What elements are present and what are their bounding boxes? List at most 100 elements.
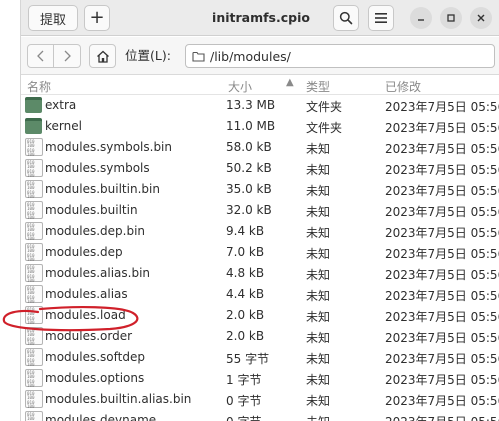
file-row[interactable]: 010 100 010 100 modules.builtin.bin 35.0 k… bbox=[21, 179, 499, 200]
file-type: 未知 bbox=[306, 142, 331, 156]
binary-file-icon: 010 100 010 100 bbox=[25, 243, 43, 263]
file-name: modules.builtin bbox=[45, 203, 138, 217]
file-type: 未知 bbox=[306, 205, 331, 219]
chevron-right-icon bbox=[64, 50, 71, 62]
forward-button[interactable] bbox=[54, 44, 81, 68]
binary-file-icon: 010 100 010 100 bbox=[25, 327, 43, 347]
binary-file-icon: 010 100 010 100 bbox=[25, 285, 43, 305]
file-row[interactable]: 010 100 010 100 modules.alias 4.4 kB 未知 2023… bbox=[21, 284, 499, 305]
file-row[interactable]: 010 100 010 100 modules.builtin 32.0 kB 未知 2… bbox=[21, 200, 499, 221]
location-path-field[interactable]: /lib/modules/ bbox=[185, 44, 495, 68]
file-type: 未知 bbox=[306, 352, 331, 366]
file-modified: 2023年7月5日 05:56 bbox=[385, 331, 499, 345]
file-modified: 2023年7月5日 05:56 bbox=[385, 184, 499, 198]
file-name: modules.builtin.alias.bin bbox=[45, 392, 192, 406]
file-row[interactable]: 010 100 010 100 modules.alias.bin 4.8 kB 未知… bbox=[21, 263, 499, 284]
file-type: 未知 bbox=[306, 268, 331, 282]
file-row[interactable]: 010 100 010 100 modules.symbols.bin 58.0 k… bbox=[21, 137, 499, 158]
file-size: 9.4 kB bbox=[226, 224, 265, 238]
binary-file-icon: 010 100 010 100 bbox=[25, 390, 43, 409]
extract-button[interactable]: 提取 bbox=[28, 5, 78, 31]
file-type: 未知 bbox=[306, 184, 331, 198]
file-type: 未知 bbox=[306, 373, 331, 387]
file-size: 55 字节 bbox=[226, 352, 270, 366]
file-type: 未知 bbox=[306, 331, 331, 345]
file-modified: 2023年7月5日 05:56 bbox=[385, 289, 499, 303]
binary-digits: 010 100 010 100 bbox=[27, 328, 35, 347]
column-header-size[interactable]: 大小 bbox=[228, 78, 252, 95]
file-name: modules.softdep bbox=[45, 350, 145, 364]
file-row[interactable]: 010 100 010 100 modules.dep 7.0 kB 未知 2023年7… bbox=[21, 242, 499, 263]
folder-outline-icon bbox=[192, 51, 205, 62]
file-size: 4.8 kB bbox=[226, 266, 265, 280]
file-row[interactable]: 010 100 010 100 modules.devname 0 字节 未知 2023… bbox=[21, 410, 499, 421]
file-row[interactable]: 010 100 010 100 modules.symbols 50.2 kB 未知 2… bbox=[21, 158, 499, 179]
binary-file-icon: 010 100 010 100 bbox=[25, 159, 43, 179]
column-header-name[interactable]: 名称 bbox=[27, 78, 51, 95]
file-name: kernel bbox=[45, 119, 82, 133]
file-modified: 2023年7月5日 05:56 bbox=[385, 352, 499, 366]
back-button[interactable] bbox=[27, 44, 54, 68]
binary-digits: 010 100 010 100 bbox=[27, 307, 35, 326]
file-size: 32.0 kB bbox=[226, 203, 272, 217]
binary-file-icon: 010 100 010 100 bbox=[25, 348, 43, 367]
binary-file-icon: 010 100 010 100 bbox=[25, 180, 43, 199]
file-row[interactable]: extra 13.3 MB 文件夹 2023年7月5日 05:56 bbox=[21, 95, 499, 116]
file-row[interactable]: 010 100 010 100 modules.softdep 55 字节 未知 202… bbox=[21, 347, 499, 368]
maximize-button[interactable] bbox=[440, 7, 462, 29]
binary-digits: 010 100 010 100 bbox=[27, 244, 35, 263]
file-type: 未知 bbox=[306, 226, 331, 240]
file-modified: 2023年7月5日 05:56 bbox=[385, 205, 499, 219]
add-files-button[interactable]: + bbox=[84, 5, 110, 31]
file-row[interactable]: 010 100 010 100 modules.builtin.alias.bin… bbox=[21, 389, 499, 410]
file-name: modules.order bbox=[45, 329, 133, 343]
file-size: 11.0 MB bbox=[226, 119, 276, 133]
search-button[interactable] bbox=[333, 5, 359, 31]
file-name: modules.dep bbox=[45, 245, 123, 259]
file-size: 0 字节 bbox=[226, 413, 261, 421]
file-name: modules.dep.bin bbox=[45, 224, 146, 238]
binary-file-icon: 010 100 010 100 bbox=[25, 306, 43, 326]
binary-file-icon: 010 100 010 100 bbox=[25, 264, 43, 283]
minimize-button[interactable] bbox=[410, 7, 432, 29]
binary-digits: 010 100 010 100 bbox=[27, 202, 35, 221]
file-modified: 2023年7月5日 05:56 bbox=[385, 373, 499, 387]
file-row[interactable]: 010 100 010 100 modules.order 2.0 kB 未知 2023… bbox=[21, 326, 499, 347]
file-name: modules.symbols bbox=[45, 161, 150, 175]
file-type: 文件夹 bbox=[306, 100, 343, 114]
binary-file-icon: 010 100 010 100 bbox=[25, 201, 43, 221]
file-row[interactable]: 010 100 010 100 modules.dep.bin 9.4 kB 未知 20… bbox=[21, 221, 499, 242]
file-name: modules.alias.bin bbox=[45, 266, 151, 280]
file-modified: 2023年7月5日 05:56 bbox=[385, 268, 499, 282]
binary-digits: 010 100 010 100 bbox=[27, 160, 35, 179]
column-header-type[interactable]: 类型 bbox=[306, 78, 330, 95]
file-size: 13.3 MB bbox=[226, 98, 276, 112]
file-type: 未知 bbox=[306, 247, 331, 261]
file-modified: 2023年7月5日 05:56 bbox=[385, 142, 499, 156]
binary-file-icon: 010 100 010 100 bbox=[25, 138, 43, 157]
archive-manager-window: 提取 + initramfs.cpio 位置(L): /lib/modules/… bbox=[20, 0, 499, 421]
home-button[interactable] bbox=[89, 44, 116, 68]
file-name: extra bbox=[45, 98, 77, 112]
binary-digits: 010 100 010 100 bbox=[27, 286, 35, 305]
file-type: 未知 bbox=[306, 413, 330, 421]
column-header-modified[interactable]: 已修改 bbox=[385, 78, 421, 95]
file-name: modules.alias bbox=[45, 287, 128, 301]
file-name: modules.load bbox=[45, 308, 126, 322]
file-type: 未知 bbox=[306, 289, 331, 303]
file-row[interactable]: kernel 11.0 MB 文件夹 2023年7月5日 05:56 bbox=[21, 116, 499, 137]
binary-digits: 010 100 010 100 bbox=[27, 223, 35, 242]
file-row[interactable]: 010 100 010 100 modules.load 2.0 kB 未知 2023年… bbox=[21, 305, 499, 326]
file-modified: 2023年7月5日 05:56 bbox=[385, 163, 499, 177]
file-type: 未知 bbox=[306, 310, 331, 324]
window-title: initramfs.cpio bbox=[212, 10, 310, 25]
file-size: 1 字节 bbox=[226, 373, 262, 387]
close-button[interactable] bbox=[470, 7, 492, 29]
home-icon bbox=[96, 50, 109, 63]
file-size: 35.0 kB bbox=[226, 182, 272, 196]
add-icon: + bbox=[89, 7, 105, 28]
file-row[interactable]: 010 100 010 100 modules.options 1 字节 未知 2023… bbox=[21, 368, 499, 389]
folder-icon bbox=[25, 117, 43, 135]
file-size: 4.4 kB bbox=[226, 287, 265, 301]
menu-button[interactable] bbox=[368, 5, 394, 31]
